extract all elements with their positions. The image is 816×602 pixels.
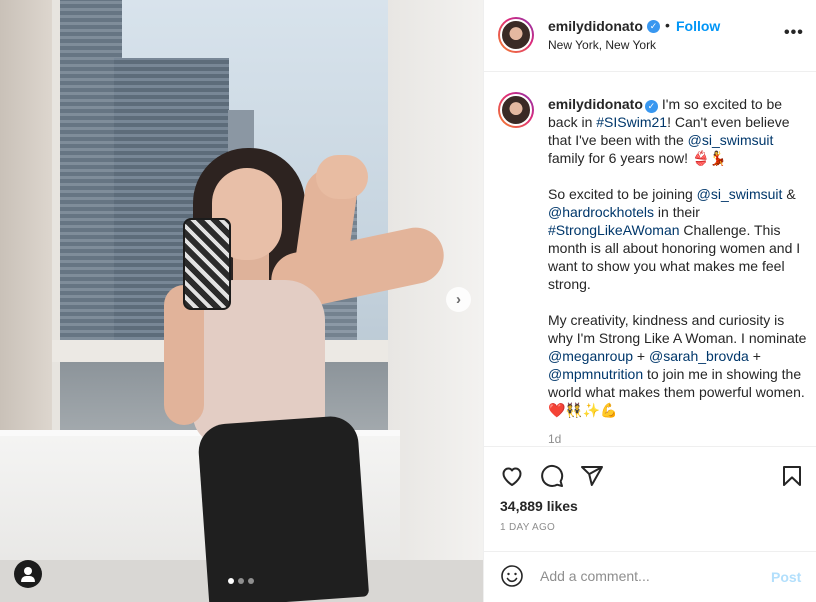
- bookmark-icon[interactable]: [780, 464, 804, 488]
- post-date[interactable]: 1 DAY AGO: [500, 522, 555, 533]
- avatar[interactable]: [498, 17, 534, 53]
- mention-link[interactable]: @mpmnutrition: [548, 366, 643, 382]
- mention-link[interactable]: @si_swimsuit: [688, 132, 774, 148]
- post-sidebar: emilydidonato ✓ • Follow New York, New Y…: [483, 0, 816, 602]
- next-arrow-icon[interactable]: ›: [446, 287, 471, 312]
- caption-avatar[interactable]: [498, 92, 534, 128]
- location-link[interactable]: New York, New York: [548, 38, 656, 52]
- header-username[interactable]: emilydidonato: [548, 18, 643, 34]
- likes-count[interactable]: 34,889 likes: [500, 498, 578, 514]
- emoji-icon[interactable]: [500, 564, 524, 588]
- caption-paragraph: So excited to be joining @si_swimsuit & …: [548, 186, 801, 292]
- tag-people-icon[interactable]: [14, 560, 42, 588]
- instagram-post: › emilydidonato ✓ • Follow New York, New…: [0, 0, 816, 602]
- person-pants: [196, 414, 370, 602]
- post-photo[interactable]: ›: [0, 0, 483, 602]
- hashtag-link[interactable]: #SISwim21: [596, 114, 667, 130]
- post-header: emilydidonato ✓ • Follow New York, New Y…: [484, 0, 816, 72]
- follow-button[interactable]: Follow: [676, 18, 720, 34]
- mention-link[interactable]: @hardrockhotels: [548, 204, 654, 220]
- post-actions: 34,889 likes 1 DAY AGO Post: [484, 446, 816, 598]
- share-icon[interactable]: [580, 464, 604, 488]
- mention-link[interactable]: @si_swimsuit: [697, 186, 783, 202]
- carousel-dot-active: [228, 578, 234, 584]
- comment-icon[interactable]: [540, 464, 564, 488]
- verified-badge-icon: ✓: [644, 100, 658, 113]
- phone-in-hand: [183, 218, 231, 310]
- caption-paragraph: My creativity, kindness and curiosity is…: [548, 312, 807, 418]
- verified-badge-icon: ✓: [647, 20, 660, 33]
- carousel-dot: [248, 578, 254, 584]
- hashtag-link[interactable]: #StrongLikeAWoman: [548, 222, 680, 238]
- carousel-dots: [228, 578, 254, 584]
- mention-link[interactable]: @sarah_brovda: [649, 348, 749, 364]
- caption-username[interactable]: emilydidonato: [548, 96, 643, 112]
- add-comment-bar: Post: [484, 551, 816, 599]
- comment-input[interactable]: [540, 564, 760, 588]
- person-fist: [316, 155, 368, 199]
- comments-area[interactable]: emilydidonato ✓ I'm so excited to be back …: [484, 73, 816, 446]
- header-separator: •: [665, 17, 670, 33]
- heart-icon[interactable]: [500, 464, 524, 488]
- caption-timestamp[interactable]: 1d: [548, 432, 561, 446]
- post-caption: emilydidonato ✓ I'm so excited to be back …: [548, 95, 810, 437]
- mention-link[interactable]: @meganroup: [548, 348, 633, 364]
- caption-paragraph: emilydidonato ✓ I'm so excited to be back …: [548, 96, 790, 166]
- more-options-icon[interactable]: •••: [784, 24, 804, 42]
- post-comment-button[interactable]: Post: [771, 569, 801, 585]
- carousel-dot: [238, 578, 244, 584]
